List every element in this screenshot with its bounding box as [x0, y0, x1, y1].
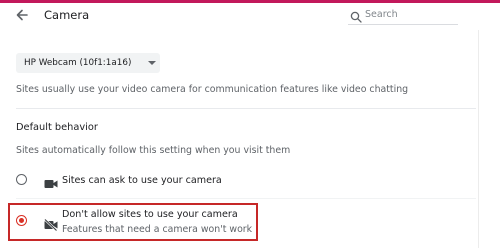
camera-device-selected-value: HP Webcam (10f1:1a16) [24, 58, 132, 68]
arrow-left-icon[interactable] [14, 7, 30, 23]
highlight-annotation-box [8, 203, 258, 241]
option-allow-ask-label: Sites can ask to use your camera [62, 175, 222, 186]
caret-down-icon [148, 61, 156, 65]
scroll-edge-divider [478, 30, 479, 248]
default-behavior-heading: Default behavior [16, 122, 98, 133]
search-input[interactable]: Search [348, 6, 458, 25]
option-divider [16, 198, 476, 199]
page-header: Camera Search [0, 3, 500, 29]
search-placeholder: Search [365, 9, 398, 20]
section-divider [16, 108, 476, 109]
search-icon [350, 8, 362, 23]
option-allow-ask[interactable]: Sites can ask to use your camera [0, 170, 478, 192]
camera-description: Sites usually use your video camera for … [16, 84, 409, 95]
camera-device-select[interactable]: HP Webcam (10f1:1a16) [16, 53, 160, 73]
page-title: Camera [44, 8, 90, 22]
default-behavior-description: Sites automatically follow this setting … [16, 145, 291, 156]
videocam-icon [44, 175, 58, 188]
radio-allow-ask[interactable] [16, 174, 27, 185]
